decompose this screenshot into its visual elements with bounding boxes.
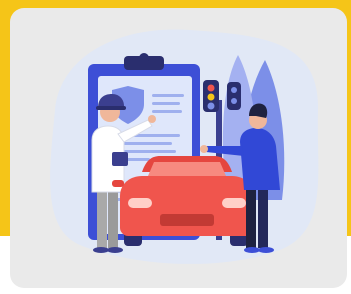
- illustration-frame: [0, 0, 351, 294]
- car-mirror-left: [112, 180, 124, 187]
- traffic-light-green: [207, 102, 215, 110]
- traffic-light-red: [207, 84, 215, 92]
- traffic-light-amber: [207, 93, 215, 101]
- officer-notepad: [112, 152, 128, 166]
- car-headlight-left: [128, 198, 152, 208]
- traffic-light-box-b: [227, 82, 241, 110]
- car-windshield: [148, 162, 226, 176]
- driver-leg-right: [258, 186, 268, 248]
- officer-leg-left: [97, 188, 107, 248]
- driver-leg-left: [246, 186, 256, 248]
- officer-leg-right: [108, 188, 118, 248]
- car-headlight-right: [222, 198, 246, 208]
- car-grille: [160, 214, 214, 226]
- traffic-stop-illustration: [50, 29, 319, 264]
